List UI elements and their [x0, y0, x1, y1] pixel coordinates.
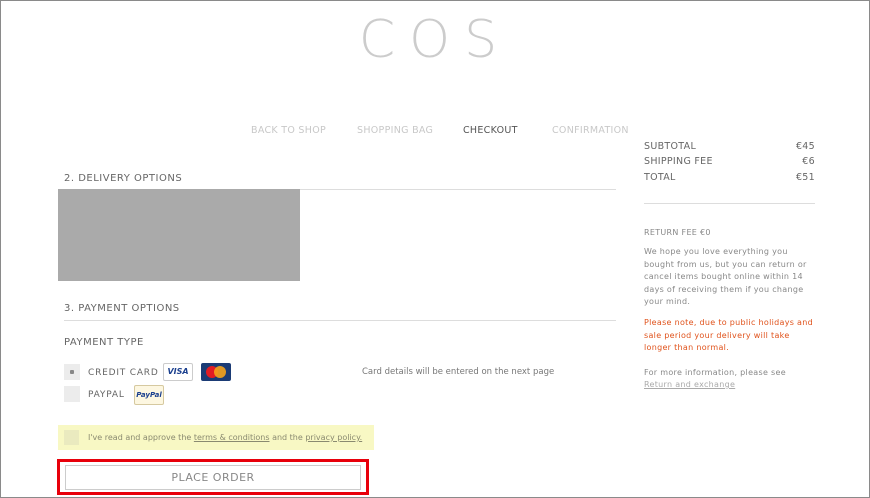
- terms-agreement: I've read and approve the terms & condit…: [58, 425, 374, 450]
- terms-prefix: I've read and approve the: [88, 433, 192, 442]
- visa-icon: VISA: [163, 363, 193, 381]
- nav-confirmation: CONFIRMATION: [552, 125, 629, 136]
- nav-shopping-bag[interactable]: SHOPPING BAG: [357, 125, 433, 136]
- more-info-text: For more information, please see: [644, 368, 786, 377]
- summary-subtotal-label: SUBTOTAL: [644, 141, 697, 152]
- mastercard-orange-circle: [214, 366, 226, 378]
- terms-checkbox[interactable]: [64, 430, 79, 445]
- mastercard-icon: [201, 363, 231, 381]
- terms-text: I've read and approve the terms & condit…: [88, 433, 362, 442]
- credit-card-radio[interactable]: [64, 364, 80, 380]
- payment-type-label: PAYMENT TYPE: [64, 337, 144, 348]
- checkout-steps-nav: BACK TO SHOP SHOPPING BAG CHECKOUT CONFI…: [0, 125, 870, 139]
- cos-logo[interactable]: COS: [0, 14, 870, 66]
- summary-divider: [644, 203, 815, 204]
- terms-conditions-link[interactable]: terms & conditions: [194, 433, 270, 442]
- return-fee-heading: RETURN FEE €0: [644, 228, 711, 237]
- credit-card-label[interactable]: CREDIT CARD: [88, 368, 159, 378]
- summary-total-label: TOTAL: [644, 172, 676, 183]
- nav-back-to-shop[interactable]: BACK TO SHOP: [251, 125, 326, 136]
- privacy-policy-link[interactable]: privacy policy.: [305, 433, 362, 442]
- paypal-radio[interactable]: [64, 386, 80, 402]
- return-policy-text: We hope you love everything you bought f…: [644, 247, 807, 306]
- holiday-warning-text: Please note, due to public holidays and …: [644, 318, 814, 352]
- nav-checkout[interactable]: CHECKOUT: [463, 125, 518, 136]
- card-details-note: Card details will be entered on the next…: [362, 367, 555, 377]
- delivery-options-placeholder: [58, 189, 300, 281]
- summary-shipping-value: €6: [802, 156, 815, 167]
- terms-middle: and the: [272, 433, 303, 442]
- radio-selected-dot: [70, 370, 74, 374]
- place-order-button[interactable]: PLACE ORDER: [65, 465, 361, 490]
- return-exchange-link[interactable]: Return and exchange: [644, 379, 815, 392]
- summary-subtotal-value: €45: [795, 141, 815, 152]
- delivery-options-heading: 2. DELIVERY OPTIONS: [64, 173, 183, 184]
- payment-options-heading: 3. PAYMENT OPTIONS: [64, 303, 180, 314]
- paypal-label[interactable]: PAYPAL: [88, 390, 125, 400]
- summary-total-value: €51: [795, 172, 815, 183]
- paypal-icon: PayPal: [134, 385, 164, 405]
- divider: [64, 320, 616, 321]
- summary-shipping-label: SHIPPING FEE: [644, 156, 713, 167]
